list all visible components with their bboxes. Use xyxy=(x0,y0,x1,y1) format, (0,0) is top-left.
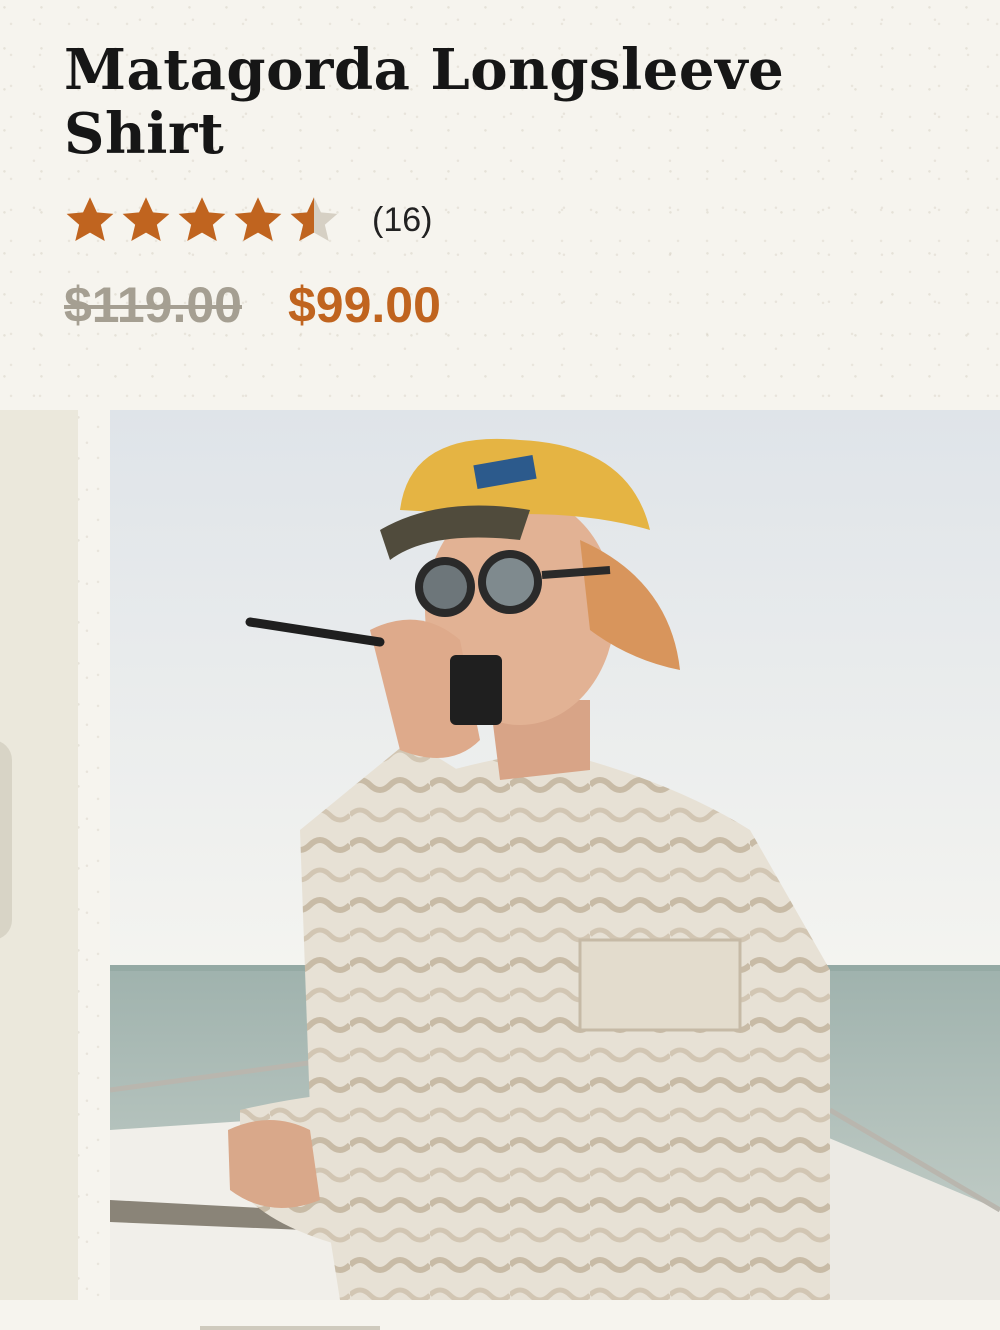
product-photo xyxy=(110,410,1000,1300)
star-full-icon xyxy=(122,197,170,242)
star-half-icon xyxy=(290,197,338,242)
original-price: $119.00 xyxy=(64,277,242,333)
current-product-image[interactable] xyxy=(110,410,1000,1300)
product-title: Matagorda Longsleeve Shirt xyxy=(64,37,785,167)
star-full-icon xyxy=(66,197,114,242)
sale-price: $99.00 xyxy=(287,277,441,333)
gallery-footer xyxy=(0,1300,1000,1330)
previous-image-slide[interactable] xyxy=(0,410,78,1300)
star-full-icon xyxy=(234,197,282,242)
product-image-gallery[interactable] xyxy=(0,410,1000,1300)
price-block: $119.00 $99.00 xyxy=(64,276,441,334)
gallery-scroll-indicator[interactable] xyxy=(200,1326,380,1330)
previous-image-shirt-edge xyxy=(0,740,12,940)
product-rating[interactable]: (16) xyxy=(64,190,432,250)
rating-stars xyxy=(64,194,344,246)
review-count[interactable]: (16) xyxy=(372,201,432,240)
star-full-icon xyxy=(178,197,226,242)
